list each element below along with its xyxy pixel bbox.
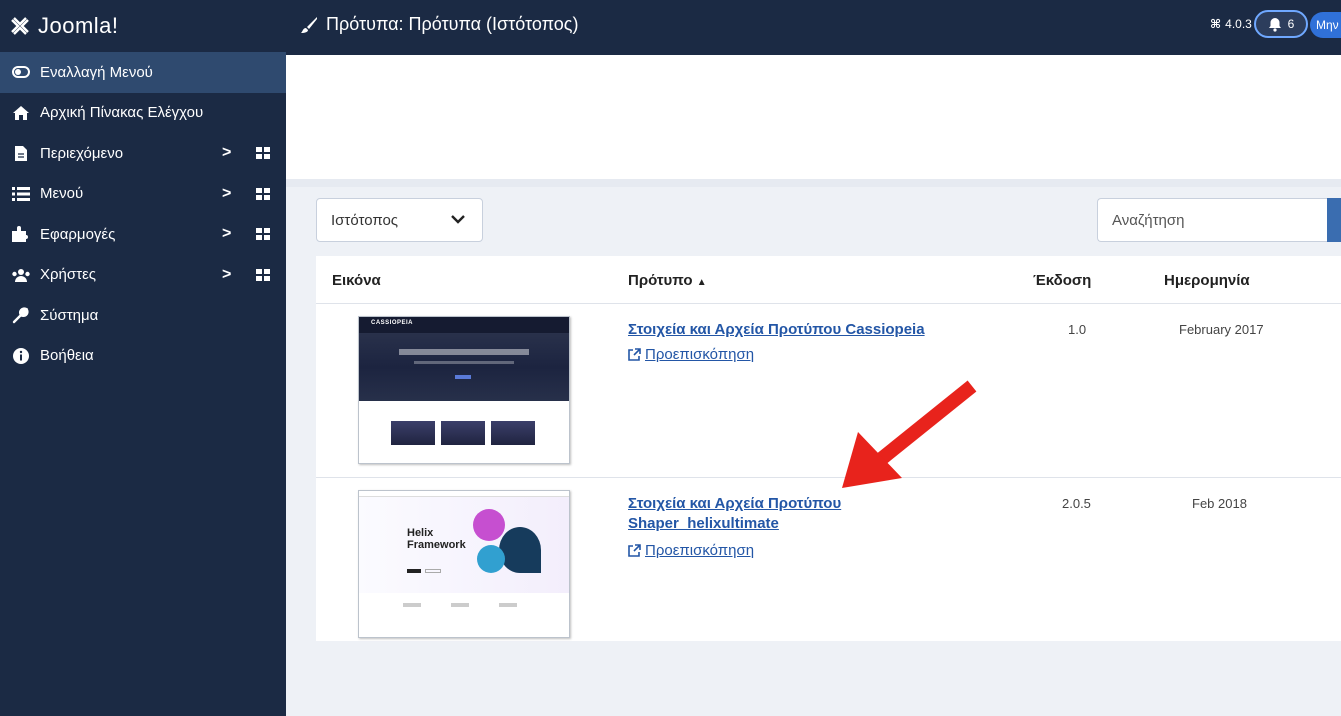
sidebar-item-users[interactable]: Χρήστες > [0,255,286,296]
divider [286,179,1341,187]
joomla-version: ⌘ 4.0.3 [1210,17,1252,31]
thumbnail-brand: CASSIOPEIA [371,320,414,326]
bell-icon [1268,17,1281,32]
sidebar-item-label: Αρχική Πίνακας Ελέγχου [40,104,204,122]
logo-text: Joomla! [38,13,119,38]
template-link-cassiopeia[interactable]: Στοιχεία και Αρχεία Προτύπου Cassiopeia [628,320,925,340]
column-header-image: Εικόνα [332,272,381,289]
sidebar-item-label: Περιεχόμενο [40,144,124,162]
sidebar-item-label: Εφαρμογές [40,225,116,243]
user-menu-label: Μην [1316,18,1339,32]
notification-count: 6 [1287,17,1295,31]
client-select[interactable]: Ιστότοπος [316,198,483,242]
paint-brush-icon [301,16,317,33]
wrench-icon [10,306,32,324]
templates-table: Εικόνα Πρότυπο ▲ Έκδοση Ημερομηνία CASSI… [316,256,1341,641]
sidebar-item-label: Χρήστες [40,266,96,284]
preview-link-helixultimate[interactable]: Προεπισκόπηση [628,542,754,559]
search-button[interactable] [1327,198,1341,242]
divider [316,477,1341,478]
sidebar-item-dashboard[interactable]: Αρχική Πίνακας Ελέγχου [0,93,286,134]
version-cell: 2.0.5 [1062,496,1091,511]
dashboard-grid-icon[interactable] [256,268,270,281]
puzzle-icon [10,226,32,243]
home-icon [10,105,32,121]
template-name-line2: Shaper_helixultimate [628,515,779,532]
list-icon [10,186,32,201]
thumbnail-title: Helix Framework [407,527,466,551]
column-header-template[interactable]: Πρότυπο ▲ [628,272,707,289]
sidebar-item-label: Βοήθεια [40,347,94,365]
joomla-small-icon: ⌘ [1210,17,1222,31]
chevron-right-icon[interactable]: > [222,266,231,284]
toggle-icon [10,66,32,79]
chevron-down-icon [450,211,466,231]
sidebar-item-menus[interactable]: Μενού > [0,174,286,215]
file-icon [10,145,32,162]
template-thumbnail-cassiopeia[interactable]: CASSIOPEIA [358,316,570,464]
external-link-icon [628,348,641,361]
joomla-logo-icon [11,17,29,35]
client-select-value: Ιστότοπος [331,211,399,229]
search-input[interactable] [1097,198,1327,242]
column-header-version: Έκδοση [1033,272,1092,289]
users-icon [10,268,32,282]
external-link-icon [628,544,641,557]
sidebar: Joomla! Εναλλαγή Μενού Αρχική Πίνακας Ελ… [0,0,286,716]
sort-asc-icon: ▲ [696,277,707,288]
dashboard-grid-icon[interactable] [256,147,270,160]
preview-link-cassiopeia[interactable]: Προεπισκόπηση [628,346,754,363]
version-text: 4.0.3 [1225,17,1252,31]
header: Πρότυπα: Πρότυπα (Ιστότοπος) ⌘ 4.0.3 6 Μ… [286,0,1341,55]
page-title: Πρότυπα: Πρότυπα (Ιστότοπος) [300,14,578,35]
template-link-helixultimate[interactable]: Στοιχεία και Αρχεία Προτύπου Shaper_heli… [628,494,841,534]
template-name-line1: Στοιχεία και Αρχεία Προτύπου [628,495,842,512]
column-header-template-label: Πρότυπο [628,272,693,289]
sidebar-item-label: Σύστημα [40,306,99,324]
sidebar-item-components[interactable]: Εφαρμογές > [0,214,286,255]
user-menu-button[interactable]: Μην [1310,12,1341,38]
date-cell: February 2017 [1179,322,1264,337]
chevron-right-icon[interactable]: > [222,185,231,203]
chevron-right-icon[interactable]: > [222,144,231,162]
sidebar-item-label: Εναλλαγή Μενού [40,63,153,81]
notifications-button[interactable]: 6 [1254,10,1308,38]
dashboard-grid-icon[interactable] [256,187,270,200]
sidebar-item-system[interactable]: Σύστημα [0,295,286,336]
chevron-right-icon[interactable]: > [222,225,231,243]
toolbar [286,55,1341,179]
date-cell: Feb 2018 [1192,496,1247,511]
sidebar-item-label: Μενού [40,185,84,203]
template-thumbnail-helixultimate[interactable]: Helix Framework [358,490,570,638]
preview-label: Προεπισκόπηση [645,542,755,559]
page-title-text: Πρότυπα: Πρότυπα (Ιστότοπος) [326,14,579,34]
joomla-logo[interactable]: Joomla! [0,0,286,52]
version-cell: 1.0 [1068,322,1087,337]
sidebar-item-help[interactable]: Βοήθεια [0,336,286,377]
divider [316,303,1341,304]
preview-label: Προεπισκόπηση [645,346,755,363]
sidebar-item-toggle-menu[interactable]: Εναλλαγή Μενού [0,52,286,93]
sidebar-item-content[interactable]: Περιεχόμενο > [0,133,286,174]
info-icon [10,347,32,365]
column-header-date: Ημερομηνία [1164,272,1250,289]
dashboard-grid-icon[interactable] [256,228,270,241]
